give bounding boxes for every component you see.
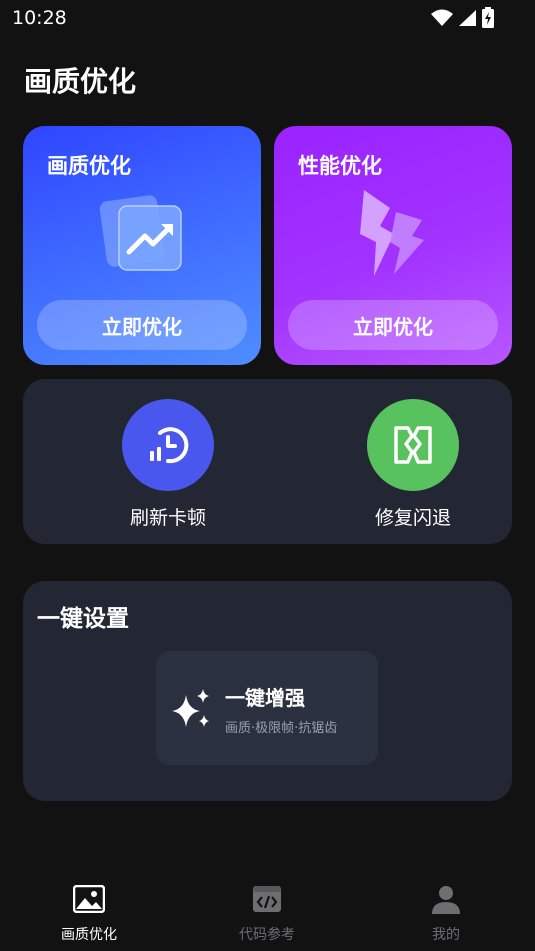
image-icon (72, 882, 106, 916)
nav-item-code[interactable]: 代码参考 (207, 882, 327, 944)
refresh-lag-tool[interactable]: 刷新卡顿 (98, 399, 238, 530)
settings-title: 一键设置 (37, 606, 129, 632)
performance-card-title: 性能优化 (298, 154, 382, 178)
split-repair-icon (394, 426, 432, 464)
enhance-title: 一键增强 (225, 686, 305, 710)
enhance-subtitle: 画质·极限帧·抗锯齿 (225, 721, 338, 736)
refresh-lag-label: 刷新卡顿 (129, 507, 206, 529)
fix-crash-label: 修复闪退 (374, 507, 451, 529)
performance-optimize-button[interactable]: 立即优化 (288, 300, 498, 350)
quick-tools-panel: 刷新卡顿 修复闪退 (23, 379, 512, 544)
status-bar: 10:28 (0, 0, 535, 36)
fix-crash-circle[interactable] (367, 399, 459, 491)
quality-optimize-card[interactable]: 画质优化 立即优化 (23, 126, 261, 365)
nav-label-code: 代码参考 (239, 927, 295, 943)
user-icon (429, 882, 463, 916)
signal-icon (459, 10, 476, 26)
status-time: 10:28 (12, 7, 67, 29)
status-icons (431, 7, 495, 29)
nav-item-me[interactable]: 我的 (386, 882, 506, 944)
one-key-settings-panel: 一键设置 一键增强 画质·极限帧·抗锯齿 (23, 581, 512, 801)
one-key-enhance-card[interactable]: 一键增强 画质·极限帧·抗锯齿 (156, 651, 378, 765)
page-title: 画质优化 (24, 65, 137, 98)
performance-optimize-card[interactable]: 性能优化 立即优化 (274, 126, 512, 365)
clock-bars-icon (150, 427, 189, 464)
quality-optimize-button[interactable]: 立即优化 (37, 300, 247, 350)
code-icon (250, 882, 284, 916)
nav-item-quality[interactable]: 画质优化 (29, 882, 149, 944)
image-trend-icon (99, 195, 182, 271)
refresh-lag-circle[interactable] (122, 399, 214, 491)
battery-icon (482, 7, 494, 28)
sparkle-icon (172, 689, 209, 727)
fix-crash-tool[interactable]: 修复闪退 (343, 399, 483, 530)
quality-card-title: 画质优化 (47, 154, 131, 178)
wifi-icon (431, 9, 453, 26)
bottom-navigation: 画质优化 代码参考 我的 (0, 870, 535, 951)
lightning-icon (360, 190, 424, 276)
app-screen: 10:28 画质优化 画质优化 立即优化 性能优化 立即优化 刷新卡顿 修复闪退… (0, 0, 535, 951)
nav-label-quality: 画质优化 (61, 927, 117, 943)
nav-label-me: 我的 (432, 927, 460, 943)
